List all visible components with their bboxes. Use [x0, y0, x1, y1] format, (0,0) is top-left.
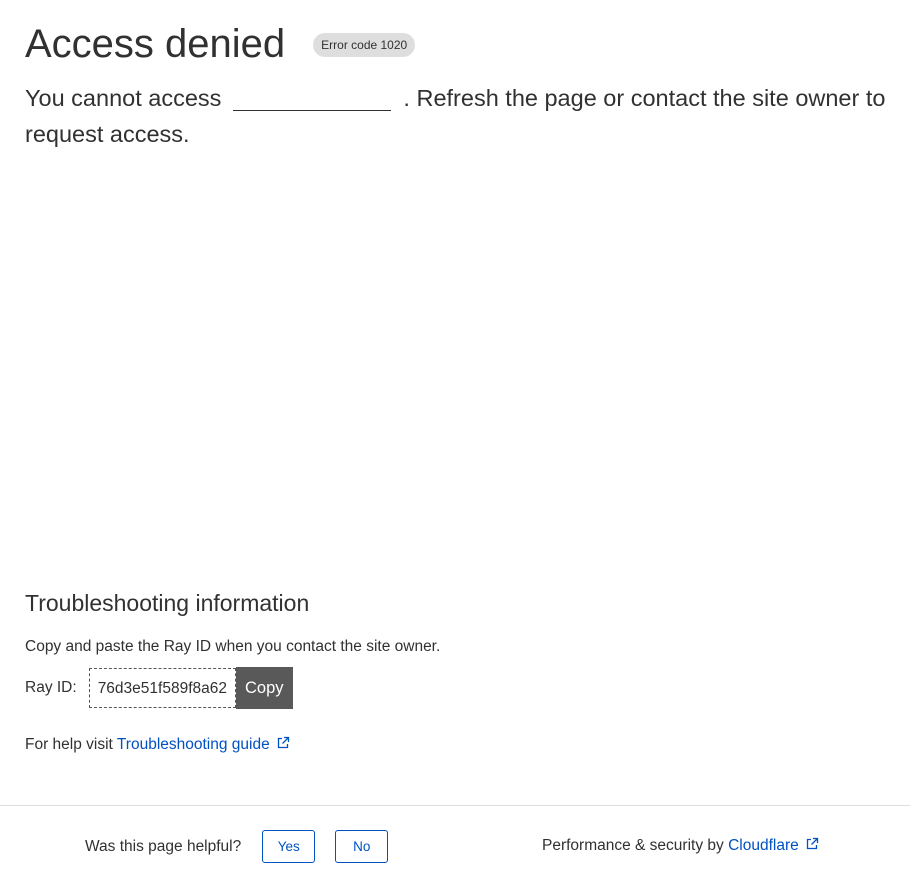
troubleshooting-instructions: Copy and paste the Ray ID when you conta… [25, 638, 441, 655]
feedback-no-button[interactable]: No [335, 830, 389, 863]
copy-ray-id-button[interactable]: Copy [236, 667, 293, 709]
feedback-section: Was this page helpful? Yes No [85, 830, 389, 863]
blank-site-placeholder [233, 88, 392, 111]
external-link-icon [277, 736, 289, 749]
cloudflare-label: Cloudflare [728, 837, 799, 854]
ray-id-row: Ray ID: 76d3e51f589f8a62 Copy [25, 667, 293, 709]
message-prefix: You cannot access [25, 85, 222, 111]
troubleshooting-guide-link[interactable]: Troubleshooting guide [117, 736, 290, 753]
header: Access denied Error code 1020 [25, 18, 416, 70]
footer-divider [0, 805, 910, 806]
ray-id-value[interactable]: 76d3e51f589f8a62 [88, 668, 236, 708]
cloudflare-link[interactable]: Cloudflare [728, 837, 819, 854]
error-code-badge: Error code 1020 [313, 33, 416, 57]
page-title: Access denied [25, 22, 286, 66]
feedback-question: Was this page helpful? [85, 837, 242, 855]
performance-prefix: Performance & security by [542, 837, 724, 854]
access-message: You cannot access. Refresh the page or c… [25, 80, 905, 152]
troubleshooting-guide-label: Troubleshooting guide [116, 736, 270, 753]
external-link-icon [806, 837, 818, 850]
performance-credit: Performance & security by Cloudflare [542, 836, 819, 856]
troubleshooting-title: Troubleshooting information [25, 590, 310, 616]
help-line: For help visit Troubleshooting guide [25, 735, 290, 755]
page: Access denied Error code 1020 You cannot… [0, 0, 910, 876]
feedback-yes-button[interactable]: Yes [262, 830, 316, 863]
ray-id-label: Ray ID: [25, 679, 77, 696]
help-prefix: For help visit [25, 736, 113, 753]
